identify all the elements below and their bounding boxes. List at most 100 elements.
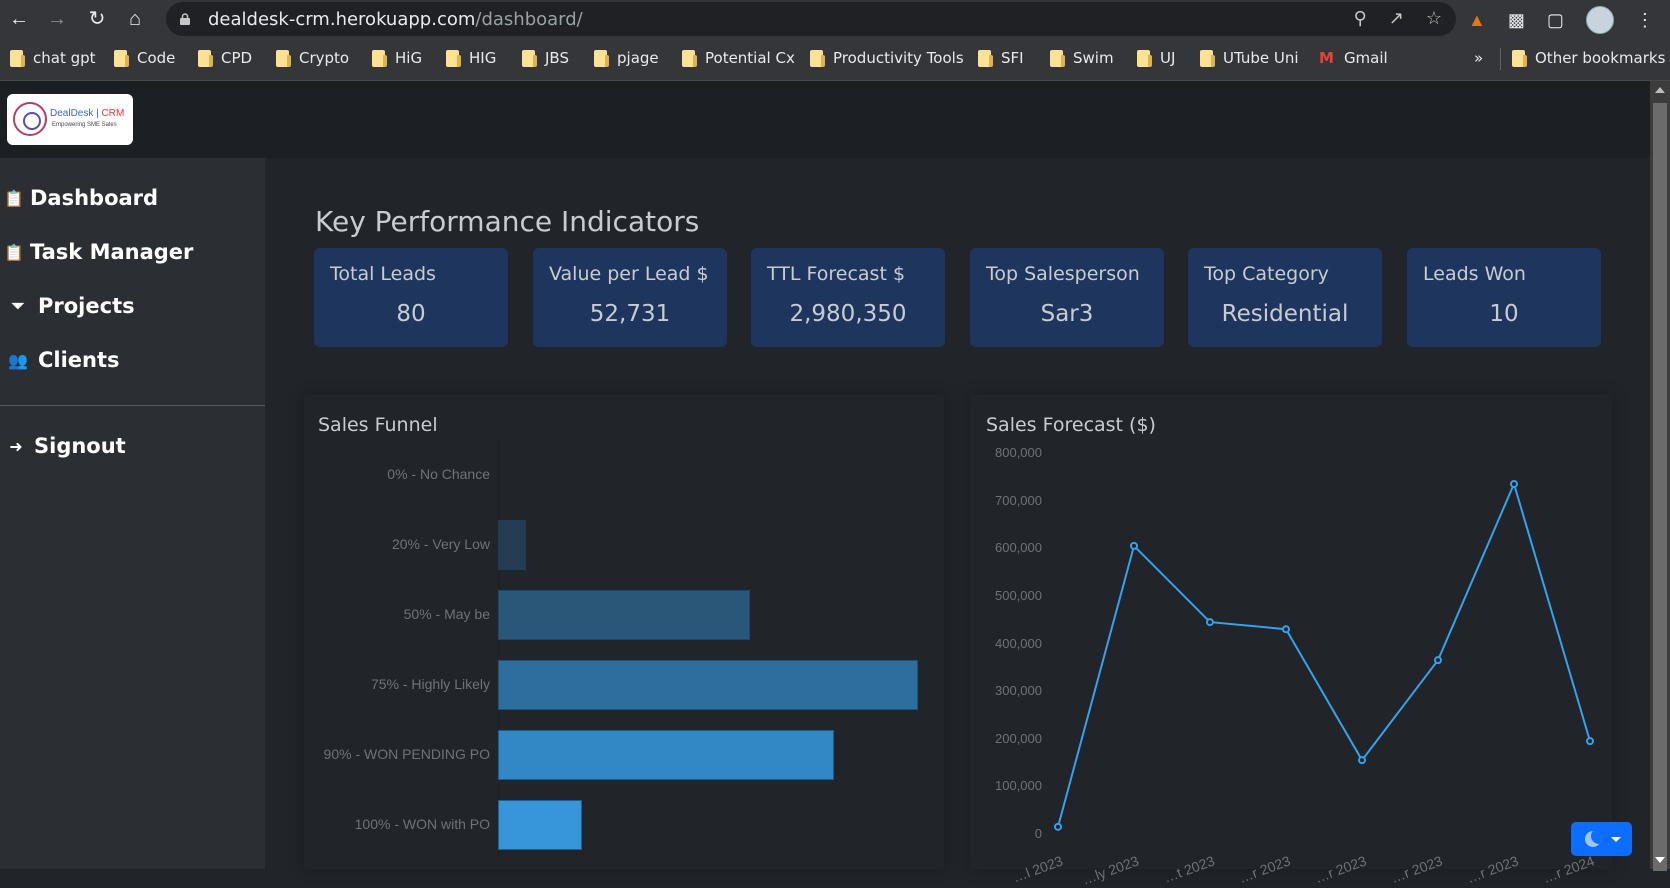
sidebar-item-dashboard[interactable]: 📋 Dashboard [4,186,158,210]
folder-icon [1050,49,1065,67]
bookmark-item[interactable]: HIG [446,49,496,67]
sales-funnel-title: Sales Funnel [318,414,438,436]
sidebar-item-projects[interactable]: ⏷ Projects [6,294,135,318]
bookmark-item[interactable]: Crypto [276,49,349,67]
scrollbar-thumb[interactable] [1653,103,1667,871]
sales-funnel-panel: Sales Funnel 0% - No Chance 20% - Very Lo… [304,395,944,869]
funnel-bar[interactable] [498,800,582,850]
funnel-axis [498,440,499,860]
folder-icon [276,49,291,67]
theme-toggle-button[interactable] [1571,822,1632,856]
menu-kebab-icon[interactable]: ⋮ [1636,10,1654,31]
zoom-icon[interactable]: ⚲ [1354,8,1367,29]
kpi-card-value-per-lead: Value per Lead $ 52,731 [533,248,727,347]
sidebar-item-task-manager[interactable]: 📋 Task Manager [4,240,193,264]
sidebar-divider [0,405,265,406]
back-icon[interactable]: ← [6,6,32,32]
clipboard-check-icon: 📋 [4,242,24,262]
scroll-down-icon[interactable] [1655,857,1665,863]
forecast-data-point[interactable] [1054,822,1062,831]
sidebar-item-label: Clients [38,348,120,372]
funnel-dollar-icon: ⏷ [11,296,25,315]
kpi-label: Value per Lead $ [549,263,709,285]
dealdesk-logo[interactable]: DealDesk | CRM Empowering SME Sales [7,94,133,145]
funnel-bar[interactable] [498,590,750,640]
app-header [0,81,1650,158]
folder-icon [10,49,25,67]
bookmark-item[interactable]: CPD [198,49,252,67]
scroll-up-icon[interactable] [1655,87,1665,93]
side-panel-icon[interactable]: ▢ [1547,10,1564,31]
forecast-data-point[interactable] [1586,737,1594,746]
forecast-series-line [1057,481,1591,828]
forecast-data-point[interactable] [1282,625,1290,634]
bookmark-label: UJ [1160,49,1176,67]
kpi-value: Residential [1221,301,1349,327]
bookmark-item[interactable]: chat gpt [10,49,96,67]
sign-in-icon: ➜ [9,436,23,456]
bookmark-item[interactable]: HiG [372,49,422,67]
bookmark-item[interactable]: JBS [522,49,569,67]
forecast-data-point[interactable] [1434,656,1442,665]
kpi-label: Leads Won [1423,263,1526,285]
folder-icon [1200,49,1215,67]
kpi-value: Sar3 [1040,301,1094,327]
caret-down-icon [1611,837,1621,842]
bookmark-item[interactable]: UJ [1137,49,1175,67]
other-bookmarks[interactable]: Other bookmarks [1512,49,1665,67]
kpi-card-top-category: Top Category Residential [1188,248,1382,347]
funnel-bar[interactable] [498,520,526,570]
bookmark-label: Code [137,49,176,67]
home-icon[interactable]: ⌂ [122,6,148,32]
forward-icon[interactable]: → [44,6,70,32]
star-icon[interactable]: ☆ [1426,8,1442,29]
bookmark-item[interactable]: Potential Cx [682,49,795,67]
bookmark-item[interactable]: Swim [1050,49,1114,67]
forecast-data-point[interactable] [1510,479,1518,488]
bookmark-label: HiG [395,49,423,67]
bookmarks-overflow-button[interactable]: » [1474,49,1483,67]
bookmark-item[interactable]: pjage [594,49,659,67]
bookmark-label: Crypto [299,49,350,67]
users-icon: 👥 [8,350,28,370]
forecast-data-point[interactable] [1130,541,1138,550]
kpi-label: Total Leads [330,263,436,285]
share-icon[interactable]: ↗ [1389,8,1404,29]
bookmark-item[interactable]: M Gmail [1319,49,1388,67]
sidebar: 📋 Dashboard 📋 Task Manager ⏷ Projects 👥 … [0,158,265,869]
sidebar-item-clients[interactable]: 👥 Clients [6,348,120,372]
reload-icon[interactable]: ↻ [84,6,110,32]
bookmark-item[interactable]: Productivity Tools [810,49,964,67]
metamask-fox-icon[interactable]: ▲ [1468,10,1486,31]
forecast-data-point[interactable] [1206,618,1214,627]
profile-avatar[interactable] [1585,6,1614,34]
kpi-value: 10 [1489,301,1519,327]
funnel-category-label: 75% - Highly Likely [370,676,490,692]
kpi-value: 2,980,350 [789,301,907,327]
funnel-category-label: 0% - No Chance [387,466,490,482]
kpi-card-top-salesperson: Top Salesperson Sar3 [970,248,1164,347]
funnel-category-label: 100% - WON with PO [354,816,490,832]
folder-icon [682,49,697,67]
bookmark-item[interactable]: UTube Uni [1200,49,1299,67]
folder-icon [1137,49,1152,67]
browser-toolbar: ← → ↻ ⌂ dealdesk-crm.herokuapp.com/dashb… [0,0,1670,38]
folder-icon [114,49,129,67]
kpi-title: Key Performance Indicators [315,205,700,238]
folder-icon [446,49,461,67]
bookmark-item[interactable]: SFI [978,49,1024,67]
bookmark-label: HIG [469,49,497,67]
url-text: dealdesk-crm.herokuapp.com/dashboard/ [208,9,583,30]
funnel-bar[interactable] [498,660,918,710]
folder-icon [978,49,993,67]
address-bar[interactable]: dealdesk-crm.herokuapp.com/dashboard/ ⚲ … [166,2,1456,36]
extensions-puzzle-icon[interactable]: ▩ [1508,10,1525,31]
bookmark-item[interactable]: Code [114,49,175,67]
sidebar-item-signout[interactable]: ➜ Signout [6,434,125,458]
folder-icon [594,49,609,67]
funnel-bar[interactable] [498,730,834,780]
forecast-data-point[interactable] [1358,756,1366,765]
folder-icon [522,49,537,67]
logo-title: DealDesk | [50,108,99,119]
page-scrollbar[interactable] [1650,81,1670,871]
